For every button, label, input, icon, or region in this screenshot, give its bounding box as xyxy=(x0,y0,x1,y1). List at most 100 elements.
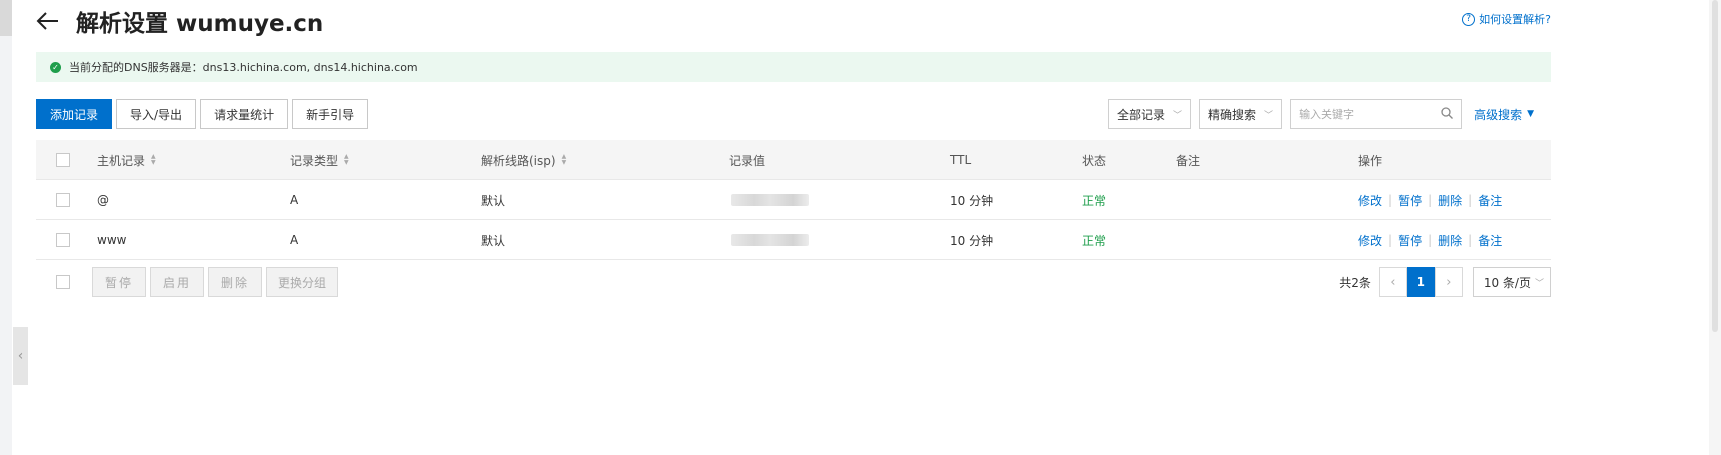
filter-bar: 全部记录 ﹀ 精确搜索 ﹀ 高级搜索 ▼ xyxy=(1108,99,1534,129)
pause-link[interactable]: 暂停 xyxy=(1398,232,1422,249)
chevron-left-icon: ‹ xyxy=(1390,274,1396,290)
column-line[interactable]: 解析线路(isp) ▲ ▼ xyxy=(481,140,566,180)
remark-link[interactable]: 备注 xyxy=(1478,192,1502,209)
scrollbar-thumb[interactable] xyxy=(1712,0,1718,332)
keyword-search-input[interactable] xyxy=(1299,107,1430,121)
keyword-search-box xyxy=(1290,99,1463,129)
sort-icon[interactable]: ▲ ▼ xyxy=(344,154,349,166)
chevron-right-icon: › xyxy=(1446,274,1452,290)
column-host-label: 主机记录 xyxy=(97,153,146,168)
table-header: 主机记录 ▲ ▼ 记录类型 ▲ ▼ 解析线路(isp) ▲ ▼ 记录值 TTL 状态 … xyxy=(36,140,1551,180)
table-footer: 暂停 启用 删除 更换分组 共2条 ‹ 1 › 10 条/页 ﹀ xyxy=(36,262,1551,302)
bulk-pause-button[interactable]: 暂停 xyxy=(92,267,146,297)
column-type-label: 记录类型 xyxy=(290,153,339,168)
page-header: 解析设置 wumuye.cn xyxy=(36,4,323,38)
dns-server-notice: ✓ 当前分配的DNS服务器是：dns13.hichina.com, dns14.… xyxy=(36,52,1551,82)
next-page-button[interactable]: › xyxy=(1434,267,1463,297)
sort-icon[interactable]: ▲ ▼ xyxy=(562,154,567,166)
remark-link[interactable]: 备注 xyxy=(1478,232,1502,249)
host-cell: www xyxy=(97,233,127,247)
action-divider: | xyxy=(1388,193,1393,207)
sort-icon[interactable]: ▲ ▼ xyxy=(151,154,156,166)
caret-down-icon: ▼ xyxy=(1527,109,1534,119)
column-line-label: 解析线路(isp) xyxy=(481,153,556,168)
table-row: @ A 默认 10 分钟 正常 修改 | 暂停 | 删除 | 备注 xyxy=(36,180,1551,220)
page-size-value: 10 条/页 xyxy=(1483,275,1531,290)
line-cell: 默认 xyxy=(481,193,506,208)
change-group-button[interactable]: 更换分组 xyxy=(266,267,338,297)
search-mode-value: 精确搜索 xyxy=(1208,107,1257,122)
search-mode-select[interactable]: 精确搜索 ﹀ xyxy=(1199,99,1283,129)
import-export-button[interactable]: 导入/导出 xyxy=(116,99,197,129)
question-icon: ? xyxy=(1462,12,1476,26)
column-value: 记录值 xyxy=(729,153,766,168)
row-actions: 修改 | 暂停 | 删除 | 备注 xyxy=(1358,220,1502,260)
bulk-delete-button[interactable]: 删除 xyxy=(208,267,262,297)
status-cell: 正常 xyxy=(1082,233,1107,248)
edit-link[interactable]: 修改 xyxy=(1358,192,1382,209)
type-cell: A xyxy=(290,193,299,207)
total-count: 共2条 xyxy=(1339,275,1371,290)
action-divider: | xyxy=(1468,193,1473,207)
help-link-label: 如何设置解析? xyxy=(1479,13,1551,26)
search-icon[interactable] xyxy=(1441,106,1454,122)
prev-page-button[interactable]: ‹ xyxy=(1378,267,1407,297)
select-all-checkbox[interactable] xyxy=(56,153,70,167)
beginner-guide-button[interactable]: 新手引导 xyxy=(292,99,369,129)
back-arrow-icon[interactable] xyxy=(36,8,62,34)
ttl-cell: 10 分钟 xyxy=(950,193,994,208)
chevron-down-icon: ﹀ xyxy=(1173,110,1183,121)
edit-link[interactable]: 修改 xyxy=(1358,232,1382,249)
action-divider: | xyxy=(1388,233,1393,247)
action-divider: | xyxy=(1468,233,1473,247)
page-number-button[interactable]: 1 xyxy=(1406,267,1435,297)
help-link[interactable]: ? 如何设置解析? xyxy=(1462,11,1551,27)
column-host[interactable]: 主机记录 ▲ ▼ xyxy=(97,140,156,180)
ttl-cell: 10 分钟 xyxy=(950,233,994,248)
column-remark: 备注 xyxy=(1176,153,1201,168)
chevron-down-icon: ﹀ xyxy=(1534,278,1544,289)
notice-text: 当前分配的DNS服务器是：dns13.hichina.com, dns14.hi… xyxy=(69,61,418,74)
action-divider: | xyxy=(1428,193,1433,207)
row-checkbox[interactable] xyxy=(56,193,70,207)
page-title: 解析设置 wumuye.cn xyxy=(76,11,324,37)
bulk-enable-button[interactable]: 启用 xyxy=(150,267,204,297)
record-filter-select[interactable]: 全部记录 ﹀ xyxy=(1108,99,1192,129)
column-actions: 操作 xyxy=(1358,153,1383,168)
action-divider: | xyxy=(1428,233,1433,247)
collapse-sidebar-tab[interactable]: ‹ xyxy=(13,327,28,385)
delete-link[interactable]: 删除 xyxy=(1438,232,1462,249)
pagination: 共2条 ‹ 1 › 10 条/页 ﹀ xyxy=(1339,267,1551,297)
pause-link[interactable]: 暂停 xyxy=(1398,192,1422,209)
chevron-left-icon: ‹ xyxy=(17,348,24,364)
chevron-down-icon: ﹀ xyxy=(1264,110,1274,121)
toolbar: 添加记录 导入/导出 请求量统计 新手引导 xyxy=(36,99,372,129)
advanced-search-label: 高级搜索 xyxy=(1474,107,1523,122)
select-all-checkbox-footer[interactable] xyxy=(56,275,70,289)
table-row: www A 默认 10 分钟 正常 修改 | 暂停 | 删除 | 备注 xyxy=(36,220,1551,260)
record-filter-value: 全部记录 xyxy=(1117,107,1166,122)
line-cell: 默认 xyxy=(481,233,506,248)
vertical-scrollbar[interactable] xyxy=(1709,0,1721,455)
request-stats-button[interactable]: 请求量统计 xyxy=(200,99,289,129)
row-checkbox[interactable] xyxy=(56,233,70,247)
check-circle-icon: ✓ xyxy=(50,61,61,73)
record-value-cell xyxy=(731,180,809,220)
page-size-select[interactable]: 10 条/页 ﹀ xyxy=(1472,267,1551,297)
host-cell: @ xyxy=(97,193,109,207)
row-actions: 修改 | 暂停 | 删除 | 备注 xyxy=(1358,180,1502,220)
blurred-record-value xyxy=(731,194,809,206)
record-value-cell xyxy=(731,220,809,260)
left-side-strip xyxy=(0,0,12,455)
left-strip-marker xyxy=(0,0,12,36)
add-record-button[interactable]: 添加记录 xyxy=(36,99,113,129)
dns-records-table: 主机记录 ▲ ▼ 记录类型 ▲ ▼ 解析线路(isp) ▲ ▼ 记录值 TTL 状态 … xyxy=(36,140,1551,260)
column-status: 状态 xyxy=(1082,153,1107,168)
column-type[interactable]: 记录类型 ▲ ▼ xyxy=(290,140,349,180)
type-cell: A xyxy=(290,233,299,247)
advanced-search-toggle[interactable]: 高级搜索 ▼ xyxy=(1474,106,1534,123)
column-ttl: TTL xyxy=(950,153,972,167)
delete-link[interactable]: 删除 xyxy=(1438,192,1462,209)
status-cell: 正常 xyxy=(1082,193,1107,208)
blurred-record-value xyxy=(731,234,809,246)
